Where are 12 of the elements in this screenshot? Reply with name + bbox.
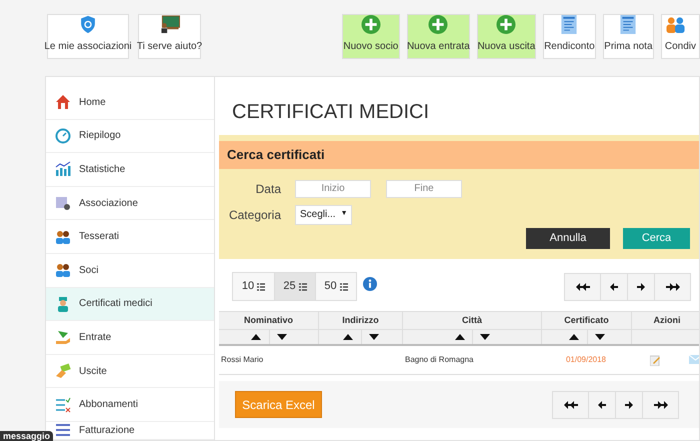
- column-header: Città: [462, 314, 482, 327]
- table-cell-text: Rossi Mario: [220, 354, 264, 366]
- search-panel-header: Cerca certificati: [219, 141, 699, 168]
- category-label: Categoria: [228, 206, 281, 224]
- column-header: Indirizzo: [342, 314, 379, 327]
- table-cell: 01/09/2018: [566, 354, 606, 366]
- column-header: Certificato: [564, 314, 609, 327]
- column-header: Nominativo: [244, 314, 293, 327]
- table-cell-text: Bagno di Romagna: [404, 354, 474, 366]
- page-title: CERTIFICATI MEDICI: [232, 100, 430, 125]
- date-label: Data: [254, 180, 281, 198]
- column-header: Azioni: [654, 314, 680, 327]
